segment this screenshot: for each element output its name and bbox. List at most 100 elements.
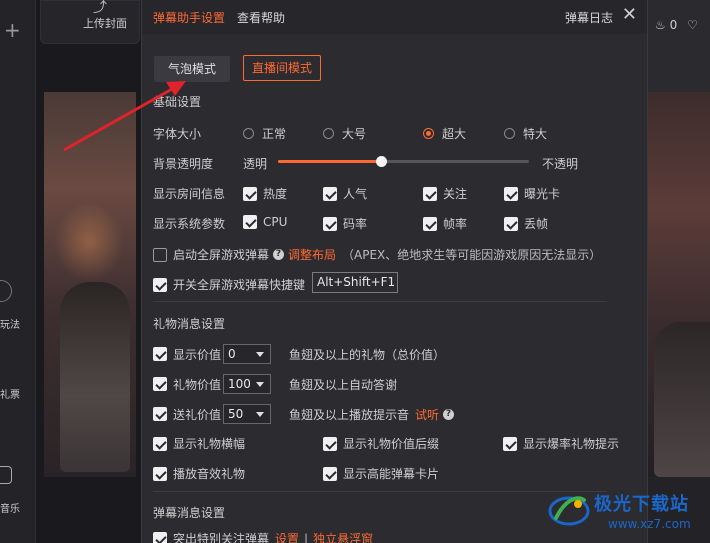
checkbox-gift-value-suffix[interactable]: 显示礼物价值后缀 [323, 435, 439, 452]
checkbox-bitrate[interactable]: 码率 [323, 215, 367, 232]
checkbox-cpu[interactable]: CPU [243, 215, 287, 229]
music-icon[interactable] [0, 466, 12, 484]
divider [153, 491, 607, 492]
checkbox-gift-banner[interactable]: 显示礼物横幅 [153, 435, 245, 452]
opacity-label: 背景透明度 [153, 157, 214, 171]
checkbox-checked-icon [323, 466, 337, 481]
close-icon[interactable]: ✕ [622, 4, 637, 25]
adjust-layout-link[interactable]: 调整布局 [288, 246, 336, 263]
top-right-area [648, 0, 710, 92]
checkbox-heat[interactable]: 热度 [243, 185, 287, 202]
sidebar-label-ticket[interactable]: 礼票 [0, 386, 20, 401]
checkbox-checked-icon [504, 186, 518, 201]
link-separator: | [304, 531, 309, 543]
watermark: 极光下载站 www.xz7.com [548, 480, 706, 540]
checkbox-dropped-frames[interactable]: 丢帧 [504, 215, 548, 232]
live-room-mode-button[interactable]: 直播间模式 [243, 55, 321, 81]
aurora-logo-icon [548, 496, 590, 526]
tab-danmaku-settings[interactable]: 弹幕助手设置 [153, 9, 225, 26]
cover-photo-left [44, 92, 136, 477]
tab-view-help[interactable]: 查看帮助 [237, 9, 285, 26]
checkbox-high-energy-card[interactable]: 显示高能弹幕卡片 [323, 465, 439, 482]
checkbox-checked-icon[interactable] [153, 347, 167, 361]
checkbox-label: 显示礼物横幅 [173, 437, 246, 451]
opacity-slider-handle[interactable] [376, 156, 387, 167]
help-icon[interactable]: ? [443, 408, 455, 420]
checkbox-follow[interactable]: 关注 [423, 185, 467, 202]
dropdown-value: 0 [228, 347, 236, 361]
system-params-label: 显示系统参数 [153, 217, 226, 231]
show-value-suffix: 鱼翅及以上的礼物（总价值） [289, 347, 446, 362]
upload-cover-button[interactable]: ⤴ 上传封面 [40, 0, 140, 44]
checkbox-checked-icon[interactable] [153, 377, 167, 391]
checkbox-label: 显示高能弹幕卡片 [343, 467, 440, 481]
gift-value-dropdown[interactable]: 100 [223, 374, 272, 394]
danmaku-settings-title: 弹幕消息设置 [153, 506, 226, 520]
cover-photo-right [648, 92, 710, 477]
checkbox-exposure-card[interactable]: 曝光卡 [504, 185, 560, 202]
checkbox-label: 关注 [443, 187, 468, 201]
checkbox-label: 播放音效礼物 [173, 467, 246, 481]
gift-value-row: 礼物价值 100 鱼翅及以上自动答谢 [153, 374, 397, 394]
checkbox-label: 显示礼物价值后缀 [343, 437, 440, 451]
option-label: 大号 [342, 127, 367, 141]
city-lights [54, 202, 124, 282]
watermark-title: 极光下载站 [594, 494, 689, 515]
flame-icon: ♨ [655, 18, 666, 32]
floating-window-link[interactable]: 独立悬浮窗 [313, 530, 373, 543]
show-value-dropdown[interactable]: 0 [223, 344, 272, 364]
send-value-dropdown[interactable]: 50 [223, 404, 272, 424]
radio-icon [504, 128, 515, 139]
likes-counter[interactable]: ♨ 0 ♡ [655, 18, 698, 32]
checkbox-label: 曝光卡 [524, 187, 561, 201]
highlight-follow-label: 突出特别关注弹幕 [173, 532, 270, 543]
danmaku-log-link[interactable]: 弹幕日志 [565, 9, 613, 26]
checkbox-sound-effect-gift[interactable]: 播放音效礼物 [153, 465, 245, 482]
dropdown-value: 50 [228, 407, 244, 421]
font-size-large-option[interactable]: 大号 [323, 125, 366, 142]
checkbox-checked-icon [504, 216, 518, 231]
help-icon[interactable]: ? [273, 249, 285, 260]
radio-icon [323, 128, 334, 139]
danmaku-settings-dialog: 弹幕助手设置 查看帮助 弹幕日志 ✕ 气泡模式 直播间模式 基础设置 字体大小 … [141, 0, 648, 543]
checkbox-checked-icon [423, 186, 437, 201]
checkbox-checked-icon[interactable] [153, 531, 167, 543]
caret-down-icon [256, 352, 265, 357]
sidebar-label-music[interactable]: 音乐 [0, 500, 20, 515]
basic-settings-title: 基础设置 [153, 95, 202, 109]
font-size-xlarge-option[interactable]: 超大 [423, 125, 466, 142]
preview-sound-link[interactable]: 试听 [415, 406, 439, 423]
hotkey-label: 开关全屏游戏弹幕快捷键 [173, 278, 306, 292]
font-size-normal-option[interactable]: 正常 [243, 125, 286, 142]
opacity-max-label: 不透明 [542, 157, 579, 171]
checkbox-checked-icon [243, 215, 257, 229]
checkbox-checked-icon [323, 186, 337, 201]
fullscreen-game-danmaku-label: 启动全屏游戏弹幕 [173, 248, 270, 262]
room-info-label: 显示房间信息 [153, 187, 226, 201]
checkbox-label: 丢帧 [524, 217, 549, 231]
highlight-settings-link[interactable]: 设置 [275, 530, 299, 543]
opacity-slider[interactable] [278, 156, 529, 167]
checkbox-checked-icon[interactable] [153, 407, 167, 421]
checkbox-burst-gift-hint[interactable]: 显示爆率礼物提示 [503, 435, 619, 452]
font-size-xxlarge-option[interactable]: 特大 [504, 125, 547, 142]
caret-down-icon [256, 382, 265, 387]
checkbox-framerate[interactable]: 帧率 [423, 215, 467, 232]
radio-selected-icon [423, 128, 434, 139]
bubble-mode-button[interactable]: 气泡模式 [154, 56, 230, 82]
checkbox-checked-icon[interactable] [153, 277, 167, 292]
add-icon[interactable]: + [4, 18, 21, 42]
hotkey-input[interactable]: Alt+Shift+F1 [312, 272, 398, 293]
radio-icon [243, 128, 254, 139]
checkbox-label: 帧率 [443, 217, 468, 231]
checkbox-checked-icon [323, 216, 337, 231]
circle-icon[interactable] [0, 280, 12, 302]
checkbox-popularity[interactable]: 人气 [323, 185, 367, 202]
option-label: 超大 [442, 127, 467, 141]
checkbox-checked-icon [243, 186, 257, 201]
sidebar-label-gameplay[interactable]: 玩法 [0, 316, 20, 331]
send-value-row: 送礼价值 50 鱼翅及以上播放提示音 试听 ? [153, 404, 458, 424]
checkbox-checked-icon [323, 436, 337, 451]
checkbox-unchecked-icon[interactable] [153, 247, 167, 262]
gift-value-suffix: 鱼翅及以上自动答谢 [289, 377, 398, 392]
